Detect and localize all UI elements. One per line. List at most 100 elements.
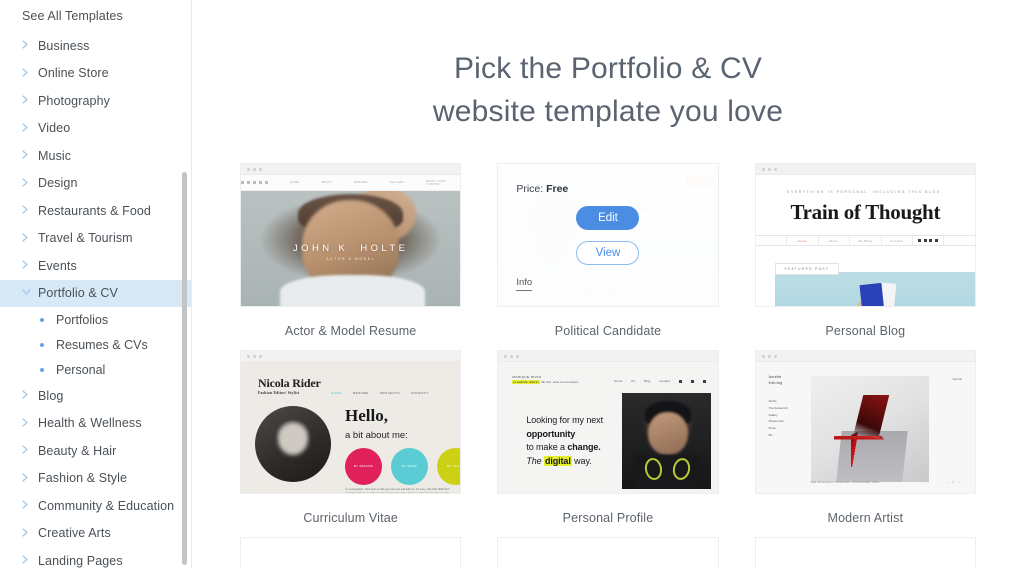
- template-card-next-row[interactable]: [754, 537, 976, 568]
- thumb-nav-link: RESUME: [353, 391, 369, 396]
- sidebar-item-restaurants-food[interactable]: Restaurants & Food: [0, 197, 191, 225]
- thumb-navbar: HOME ABOUT RESUME GALLERY BOOK YOUR CAST…: [241, 175, 461, 192]
- bullet-icon: [40, 342, 44, 347]
- thumb-nav-link: ABOUT: [321, 181, 333, 185]
- template-caption: Political Candidate: [554, 324, 662, 339]
- view-button[interactable]: View: [576, 240, 640, 265]
- thumb-circle-buttons: MY RESUME MY WORK MY SKILLS: [345, 448, 461, 486]
- thumb-side-menu: Works The Newest Art Gallery Museum Ed. …: [769, 398, 788, 438]
- chevron-right-icon: [22, 528, 34, 537]
- thumb-person-name: Nicola Rider: [258, 376, 321, 391]
- edit-button[interactable]: Edit: [576, 205, 640, 230]
- window-dot-icon: [253, 167, 256, 171]
- sidebar-item-portfolio-cv[interactable]: Portfolio & CV: [0, 279, 191, 307]
- sidebar-item-photography[interactable]: Photography: [0, 87, 191, 115]
- thumb-body: MONIQUE RIVAS creative mind. Writer and …: [498, 362, 717, 493]
- thumb-navbar: Home CV Blog Contact: [614, 379, 706, 383]
- thumb-person-role: Fashion Editor/ Stylist: [258, 391, 300, 396]
- template-cell: [754, 537, 976, 568]
- claim-line2: opportunity: [526, 428, 576, 439]
- logo-line-2: creative mind.: [512, 379, 541, 384]
- sidebar-item-events[interactable]: Events: [0, 252, 191, 280]
- chevron-right-icon: [22, 178, 34, 187]
- hero-title-a: JOHN K: [293, 243, 349, 255]
- thumb-nav-link: CONTACT: [410, 391, 429, 396]
- thumb-nav-link: About: [819, 236, 851, 246]
- see-all-templates-link[interactable]: See All Templates: [0, 0, 191, 32]
- info-link[interactable]: Info: [516, 277, 533, 292]
- thumb-nav-link: Home: [787, 236, 819, 246]
- template-card-actor-model-resume[interactable]: HOME ABOUT RESUME GALLERY BOOK YOUR CAST…: [240, 163, 462, 308]
- chevron-right-icon: [22, 233, 34, 242]
- template-card-next-row[interactable]: [497, 537, 719, 568]
- template-card-next-row[interactable]: [240, 537, 462, 568]
- sidebar-item-video[interactable]: Video: [0, 115, 191, 143]
- template-cell: Aurélie Köhring Works The Newest Art Gal…: [754, 350, 976, 537]
- thumb-hello-heading: Hello,: [345, 406, 388, 426]
- social-icon: [690, 379, 694, 383]
- thumb-nav-link: Blog: [644, 379, 651, 384]
- logo-line-3: Writer and Consultant.: [541, 379, 580, 384]
- thumb-menu-item: Press: [768, 426, 776, 430]
- social-icons: [913, 236, 945, 246]
- sidebar-item-label: Video: [38, 121, 71, 136]
- sidebar-subitem-personal[interactable]: Personal: [0, 357, 191, 382]
- sidebar-scrollbar-track[interactable]: [181, 0, 189, 568]
- thumb-nav-link: RESUME: [354, 181, 368, 185]
- sidebar-item-blog[interactable]: Blog: [0, 382, 191, 410]
- social-icons: [241, 181, 268, 185]
- price-label-text: Price:: [516, 183, 544, 196]
- sidebar-item-landing-pages[interactable]: Landing Pages: [0, 547, 191, 568]
- sidebar-subitem-label: Portfolios: [56, 312, 109, 327]
- template-card-political-candidate[interactable]: HOME ABOUT ISSUES NEWS DONATE MY NAME IS…: [497, 163, 719, 308]
- sidebar-item-community-education[interactable]: Community & Education: [0, 492, 191, 520]
- sidebar-subitem-portfolios[interactable]: Portfolios: [0, 307, 191, 332]
- browser-chrome-bar: [755, 164, 975, 176]
- sidebar-item-health-wellness[interactable]: Health & Wellness: [0, 410, 191, 438]
- thumb-logo: MONIQUE RIVAS creative mind. Writer and …: [512, 375, 580, 384]
- sidebar-item-design[interactable]: Design: [0, 170, 191, 198]
- template-card-modern-artist[interactable]: Aurélie Köhring Works The Newest Art Gal…: [754, 350, 976, 495]
- photo-face-shape: [648, 412, 688, 455]
- sidebar-item-music[interactable]: Music: [0, 142, 191, 170]
- thumb-artwork-caption: Red Structure in Dimension, mixed media,…: [810, 481, 880, 485]
- thumb-paragraph: I'm a paragraph. Click here to add your …: [345, 488, 450, 495]
- window-dot-icon: [767, 354, 771, 358]
- template-card-personal-blog[interactable]: EVERYTHING IS PERSONAL. INCLUDING THIS B…: [754, 163, 976, 308]
- circle-button-my-resume: MY RESUME: [345, 448, 382, 486]
- claim-line4-a: The: [526, 455, 544, 466]
- sidebar-item-creative-arts[interactable]: Creative Arts: [0, 520, 191, 548]
- sidebar-item-online-store[interactable]: Online Store: [0, 60, 191, 88]
- thumb-nav-link: BOOK YOUR CASTING: [426, 179, 446, 186]
- sidebar-subitem-resumes-cvs[interactable]: Resumes & CVs: [0, 332, 191, 357]
- sidebar-item-fashion-style[interactable]: Fashion & Style: [0, 465, 191, 493]
- artist-name-line2: Köhring: [768, 380, 783, 385]
- chevron-right-icon: [22, 123, 34, 132]
- window-dot-icon: [504, 354, 508, 358]
- prev-arrow-icon: ‹: [947, 480, 949, 485]
- hero-title-b: HOLTE: [354, 243, 409, 255]
- thumb-nav-link: Contact: [882, 236, 913, 246]
- template-card-curriculum-vitae[interactable]: Nicola Rider Fashion Editor/ Stylist HOM…: [240, 350, 462, 495]
- sidebar-item-label: Blog: [38, 388, 64, 403]
- sidebar-item-label: Beauty & Hair: [38, 443, 117, 458]
- sidebar-item-label: Health & Wellness: [38, 416, 142, 431]
- thumb-menu-item: Bio: [768, 432, 773, 437]
- claim-line3-b: change.: [567, 442, 601, 453]
- sidebar-item-label: Photography: [38, 93, 110, 108]
- chevron-right-icon: [22, 40, 34, 49]
- sidebar-scrollbar-thumb[interactable]: [181, 172, 187, 565]
- artist-name-line1: Aurélie: [768, 375, 782, 380]
- thumb-menu-item: Museum Ed.: [768, 419, 785, 424]
- template-card-personal-profile[interactable]: MONIQUE RIVAS creative mind. Writer and …: [497, 350, 719, 495]
- sidebar-item-business[interactable]: Business: [0, 32, 191, 60]
- thumb-artist-name: Aurélie Köhring: [769, 375, 783, 386]
- sidebar-item-label: Community & Education: [38, 498, 175, 513]
- sidebar-item-label: Online Store: [38, 66, 109, 81]
- sidebar-item-travel-tourism[interactable]: Travel & Tourism: [0, 225, 191, 253]
- claim-line4-highlight: digital: [543, 455, 572, 466]
- thumb-nav-link: HOME: [331, 391, 342, 396]
- thumb-nav-link: GALLERY: [389, 181, 405, 185]
- sidebar-item-beauty-hair[interactable]: Beauty & Hair: [0, 437, 191, 465]
- thumb-kicker: EVERYTHING IS PERSONAL. INCLUDING THIS B…: [787, 190, 944, 195]
